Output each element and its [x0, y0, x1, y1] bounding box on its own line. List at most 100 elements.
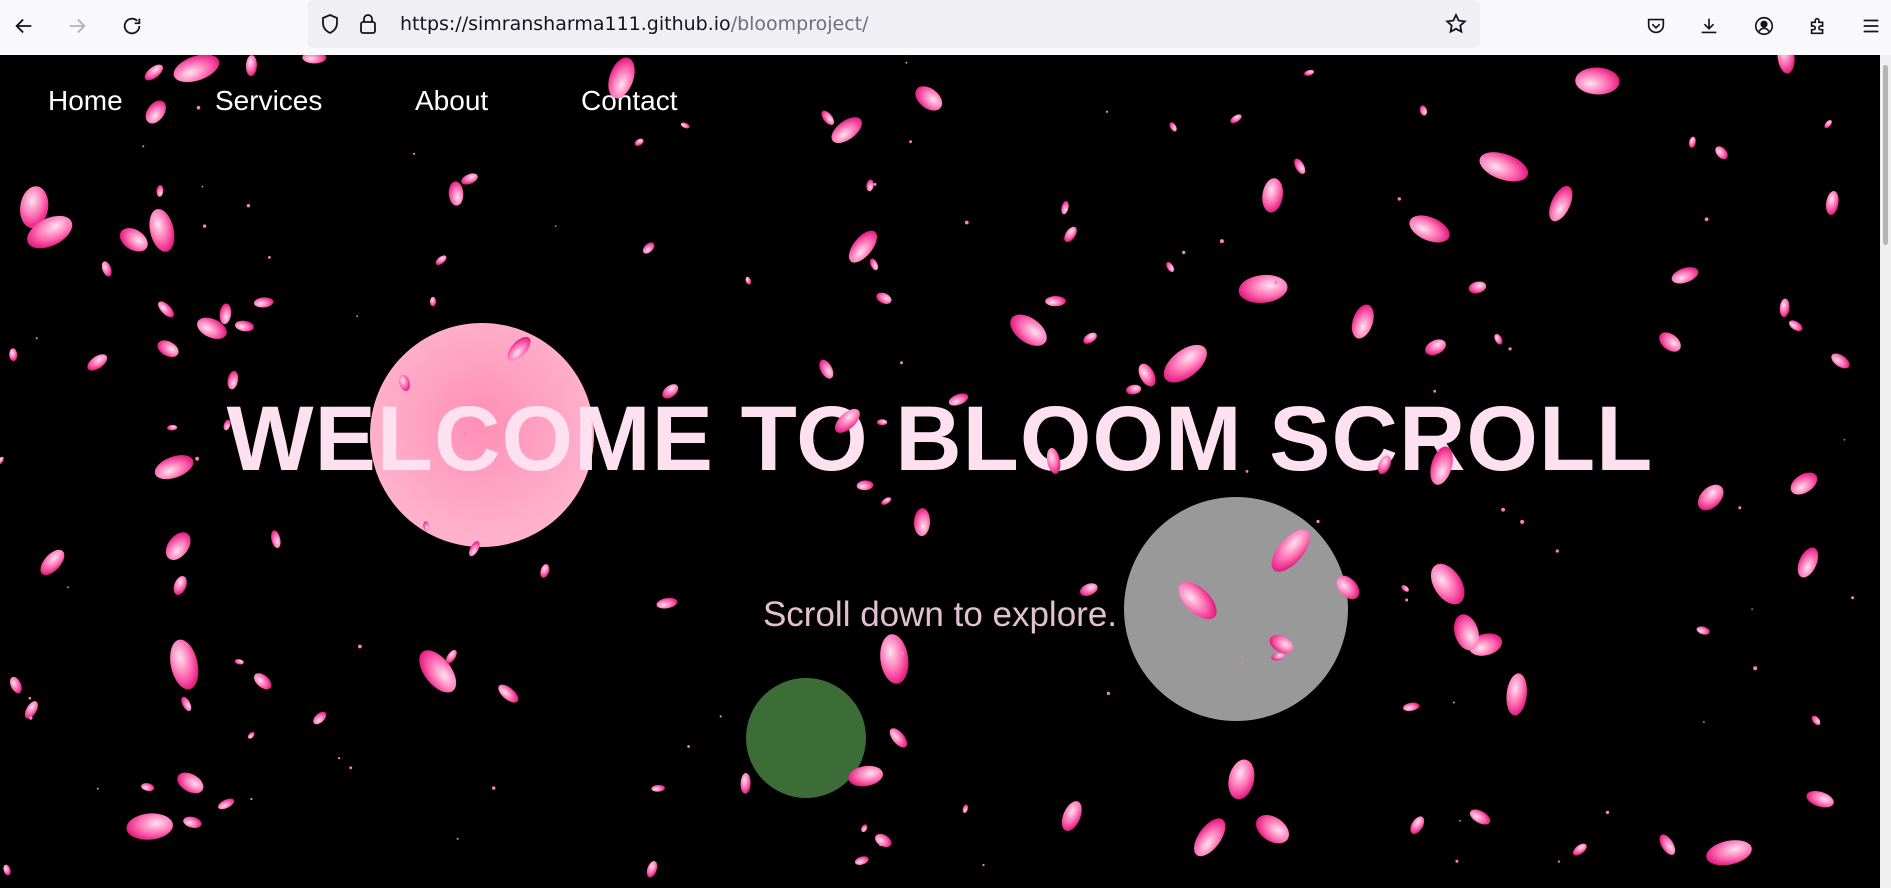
petal	[27, 215, 73, 249]
url-host: https://simransharma111.github.io	[400, 13, 731, 35]
petal	[1671, 267, 1699, 284]
petal	[247, 731, 255, 739]
petal-speck	[900, 651, 904, 656]
petal	[869, 258, 879, 271]
petal	[165, 532, 191, 560]
petal-speck	[1703, 721, 1705, 723]
petal	[24, 701, 38, 719]
petal	[1788, 320, 1803, 332]
petal-speck	[202, 224, 207, 228]
petal	[1688, 136, 1696, 148]
forward-arrow-icon[interactable]	[63, 12, 91, 40]
petal	[1811, 715, 1821, 725]
petal	[498, 684, 519, 703]
petal	[254, 673, 272, 690]
petal	[1403, 702, 1420, 712]
petal-speck	[982, 863, 985, 867]
petal	[1166, 261, 1175, 273]
petal	[1194, 818, 1226, 857]
petal	[861, 824, 868, 833]
petal	[854, 856, 869, 865]
petal	[181, 696, 192, 712]
petal	[101, 261, 112, 277]
petal	[851, 777, 865, 786]
menu-icon[interactable]	[1857, 12, 1885, 40]
petal-speck	[1274, 280, 1278, 285]
petal	[245, 55, 257, 77]
petal	[445, 649, 457, 664]
petal	[170, 639, 199, 690]
petal	[642, 242, 655, 254]
nav-home-link[interactable]: Home	[48, 85, 123, 117]
nav-services-link[interactable]: Services	[215, 85, 322, 117]
petal	[87, 354, 108, 371]
petal	[1779, 298, 1790, 318]
petal	[144, 64, 163, 81]
url-bar[interactable]: https://simransharma111.github.io/bloomp…	[308, 0, 1480, 48]
extensions-icon[interactable]	[1804, 12, 1832, 40]
account-icon[interactable]	[1750, 12, 1778, 40]
petal	[876, 292, 892, 304]
petal	[1715, 146, 1728, 160]
petal	[1575, 67, 1620, 95]
petal	[875, 833, 892, 848]
petal-speck	[900, 361, 903, 365]
petal	[1824, 120, 1832, 129]
petal	[1351, 304, 1374, 339]
petal	[1138, 363, 1156, 387]
petal-speck	[1557, 860, 1561, 863]
petal	[1468, 281, 1487, 294]
petal	[881, 497, 892, 505]
petal	[1425, 339, 1446, 356]
petal-speck	[358, 644, 362, 649]
petal	[634, 138, 644, 146]
shield-icon[interactable]	[318, 12, 342, 36]
petal	[540, 564, 550, 578]
reload-icon[interactable]	[118, 12, 146, 40]
petal	[141, 783, 155, 792]
scrollbar-thumb[interactable]	[1883, 65, 1888, 245]
petal-speck	[1753, 666, 1758, 671]
petal	[1061, 200, 1069, 215]
petal-speck	[29, 716, 33, 720]
petal	[1479, 152, 1529, 182]
back-arrow-icon[interactable]	[10, 12, 38, 40]
url-text[interactable]: https://simransharma111.github.io/bloomp…	[400, 13, 869, 35]
petal-speck	[909, 140, 912, 144]
petal	[1697, 484, 1724, 511]
pocket-icon[interactable]	[1642, 12, 1670, 40]
petal	[1238, 274, 1288, 303]
lock-icon[interactable]	[356, 12, 380, 36]
petal	[1831, 353, 1850, 369]
petal-speck	[1105, 110, 1109, 113]
petal-speck	[879, 843, 882, 847]
petal	[1777, 55, 1795, 74]
petal	[680, 122, 690, 129]
petal-speck	[196, 105, 201, 110]
bookmark-star-icon[interactable]	[1444, 12, 1468, 36]
petal	[1230, 114, 1242, 124]
petal	[157, 340, 179, 358]
petal	[821, 110, 834, 125]
petal	[173, 576, 187, 595]
petal	[435, 255, 447, 266]
page-scrollbar[interactable]	[1880, 55, 1891, 888]
petal-speck	[456, 837, 459, 840]
petal	[651, 784, 665, 792]
petal	[819, 359, 834, 379]
petal	[158, 301, 174, 318]
petal	[313, 711, 327, 725]
petal-speck	[1508, 347, 1512, 351]
petal	[253, 297, 274, 308]
petal	[1304, 69, 1315, 76]
petal	[149, 208, 175, 252]
browser-toolbar: https://simransharma111.github.io/bloomp…	[0, 0, 1891, 56]
petal	[1045, 295, 1066, 307]
petal	[419, 650, 457, 693]
nav-contact-link[interactable]: Contact	[581, 85, 678, 117]
petal	[1294, 158, 1306, 174]
petal-speck	[1555, 549, 1559, 553]
petal-speck	[1520, 519, 1525, 524]
nav-about-link[interactable]: About	[415, 85, 488, 117]
download-icon[interactable]	[1695, 12, 1723, 40]
